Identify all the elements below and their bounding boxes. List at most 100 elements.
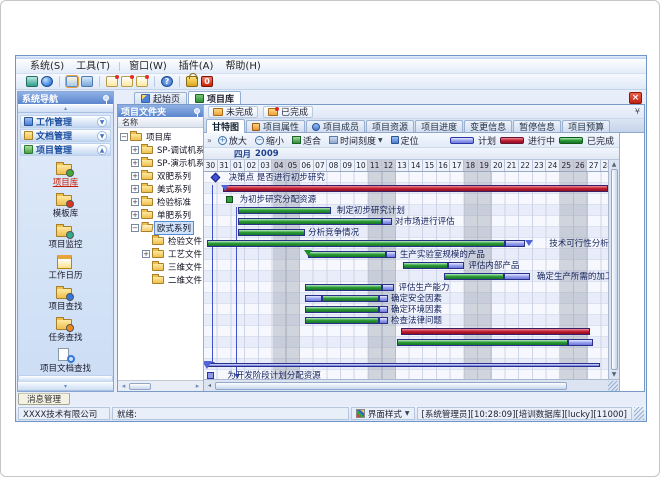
gantt-tool-zoom-in[interactable]: +放大: [216, 134, 249, 147]
resize-grip-icon[interactable]: [634, 407, 644, 420]
menu-item-4[interactable]: 帮助(H): [219, 59, 266, 74]
scrollbar-thumb[interactable]: [611, 169, 618, 370]
ui-style-button[interactable]: 界面样式 ▼: [351, 407, 415, 420]
task-bar-progress[interactable]: [223, 185, 608, 192]
scroll-down-icon[interactable]: ▼: [612, 371, 617, 378]
task-bar-plan[interactable]: [379, 306, 387, 313]
expand-box-icon[interactable]: +: [131, 211, 139, 219]
gantt-tool-fit[interactable]: 适合: [290, 134, 323, 147]
message-icon[interactable]: [106, 76, 118, 87]
collapse-icon[interactable]: ▲: [97, 145, 107, 155]
scrollbar-thumb[interactable]: [129, 383, 151, 390]
menu-item-1[interactable]: 工具(T): [70, 59, 116, 74]
task-bar-plan[interactable]: [504, 273, 530, 280]
gantt-tab-6[interactable]: 暂停信息: [513, 120, 561, 132]
scroll-left-icon[interactable]: ◂: [205, 382, 214, 389]
filter-incomplete-button[interactable]: 未完成: [208, 106, 258, 118]
schedule-message-icon[interactable]: [121, 76, 133, 87]
sidebar-group-0[interactable]: 工作管理▼: [20, 115, 111, 128]
notify-message-icon[interactable]: [136, 76, 148, 87]
tree-node-10[interactable]: 三维文件: [118, 260, 203, 273]
tab-project-library[interactable]: 项目库: [188, 91, 241, 104]
expand-box-icon[interactable]: +: [131, 198, 139, 206]
gantt-tab-1[interactable]: 项目属性: [246, 120, 305, 132]
filter-overflow-icon[interactable]: ¥: [635, 107, 640, 116]
collapse-box-icon[interactable]: −: [120, 133, 128, 141]
task-bar-done[interactable]: [305, 306, 380, 313]
tree-horizontal-scrollbar[interactable]: ◂ ▸: [118, 380, 203, 391]
gantt-tab-2[interactable]: 项目成员: [306, 120, 365, 132]
gantt-tab-5[interactable]: 变更信息: [464, 120, 512, 132]
scroll-left-icon[interactable]: ◂: [119, 382, 128, 390]
task-bar-plan[interactable]: [305, 295, 322, 302]
tree-node-5[interactable]: +检验标准: [118, 195, 203, 208]
task-bar-plan[interactable]: [382, 218, 392, 225]
task-bar-done[interactable]: [322, 295, 380, 302]
gantt-chart[interactable]: 决策点 是否进行初步研究为初步研究分配资源制定初步研究计划对市场进行评估分析竞争…: [204, 172, 609, 379]
pin-icon[interactable]: [194, 108, 200, 114]
task-bar-done[interactable]: [305, 317, 380, 324]
task-bar-plan[interactable]: [386, 251, 396, 258]
tree-node-4[interactable]: +美式系列: [118, 182, 203, 195]
sidebar-item-6[interactable]: 项目文档查找: [40, 347, 91, 374]
scroll-up-icon[interactable]: ▲: [612, 161, 617, 168]
tree-node-11[interactable]: 二维文件: [118, 273, 203, 286]
tree-node-0[interactable]: −项目库: [118, 130, 203, 143]
gantt-horizontal-scrollbar[interactable]: ◂: [204, 379, 619, 391]
menu-item-0[interactable]: 系统(S): [24, 59, 70, 74]
tree-node-6[interactable]: +单肥系列: [118, 208, 203, 221]
tree-node-9[interactable]: +工艺文件: [118, 247, 203, 260]
task-bar-done[interactable]: [403, 262, 448, 269]
toolbar-overflow-icon[interactable]: »: [207, 136, 212, 145]
task-bar-done[interactable]: [238, 229, 305, 236]
task-bar-plan[interactable]: [379, 317, 387, 324]
menu-item-2[interactable]: 窗口(W): [123, 59, 173, 74]
gantt-tool-timescale[interactable]: 时间刻度▼: [327, 134, 385, 147]
pin-icon[interactable]: [103, 95, 109, 101]
expand-box-icon[interactable]: +: [131, 172, 139, 180]
gantt-vertical-scrollbar[interactable]: ▲ ▼: [608, 160, 619, 379]
gantt-tab-7[interactable]: 项目预算: [562, 120, 610, 132]
web-icon[interactable]: [41, 76, 53, 87]
sidebar-item-1[interactable]: 模板库: [53, 192, 79, 219]
sidebar-item-3[interactable]: 工作日历: [48, 254, 82, 281]
tab-start-page[interactable]: 起始页: [134, 92, 187, 104]
task-bar-done[interactable]: [444, 273, 504, 280]
tree-node-2[interactable]: +SP-演示机系: [118, 156, 203, 169]
resize-grip-icon[interactable]: [608, 381, 618, 391]
expand-box-icon[interactable]: +: [131, 159, 139, 167]
task-bar-plan[interactable]: [207, 363, 600, 367]
marker-box-icon[interactable]: [226, 196, 233, 203]
sidebar-group-1[interactable]: 文档管理▼: [20, 129, 111, 142]
lock-icon[interactable]: [186, 76, 198, 87]
expand-box-icon[interactable]: +: [131, 146, 139, 154]
expand-box-icon[interactable]: +: [142, 250, 150, 258]
expand-box-icon[interactable]: +: [131, 185, 139, 193]
window-icon[interactable]: [66, 76, 78, 87]
gantt-tool-zoom-out[interactable]: −缩小: [253, 134, 286, 147]
tree-node-1[interactable]: +SP-调试机系: [118, 143, 203, 156]
tree-node-7[interactable]: −欧式系列: [118, 221, 203, 234]
task-bar-plan[interactable]: [505, 240, 524, 247]
system-icon[interactable]: [26, 76, 38, 87]
task-bar-plan[interactable]: [382, 284, 394, 291]
gantt-tab-3[interactable]: 项目资源: [366, 120, 414, 132]
exit-icon[interactable]: 0: [201, 76, 213, 87]
menu-item-3[interactable]: 插件(A): [173, 59, 220, 74]
gantt-tab-4[interactable]: 项目进度: [415, 120, 463, 132]
collapse-box-icon[interactable]: −: [131, 224, 139, 232]
expand-icon[interactable]: ▼: [97, 131, 107, 141]
task-bar-done[interactable]: [238, 207, 331, 214]
marker-box-icon[interactable]: [207, 372, 214, 379]
tree-node-3[interactable]: +双肥系列: [118, 169, 203, 182]
tab-message-management[interactable]: 消息管理: [18, 393, 70, 405]
expand-icon[interactable]: ▼: [97, 117, 107, 127]
help-icon[interactable]: ?: [161, 76, 173, 87]
task-bar-done[interactable]: [308, 251, 386, 258]
task-bar-plan[interactable]: [568, 339, 593, 346]
tree-node-8[interactable]: 检验文件: [118, 234, 203, 247]
task-bar-done[interactable]: [305, 284, 382, 291]
sidebar-scroll-up[interactable]: ▴: [18, 104, 113, 113]
sidebar-group-partial[interactable]: [18, 375, 113, 382]
milestone-diamond[interactable]: [211, 173, 221, 183]
